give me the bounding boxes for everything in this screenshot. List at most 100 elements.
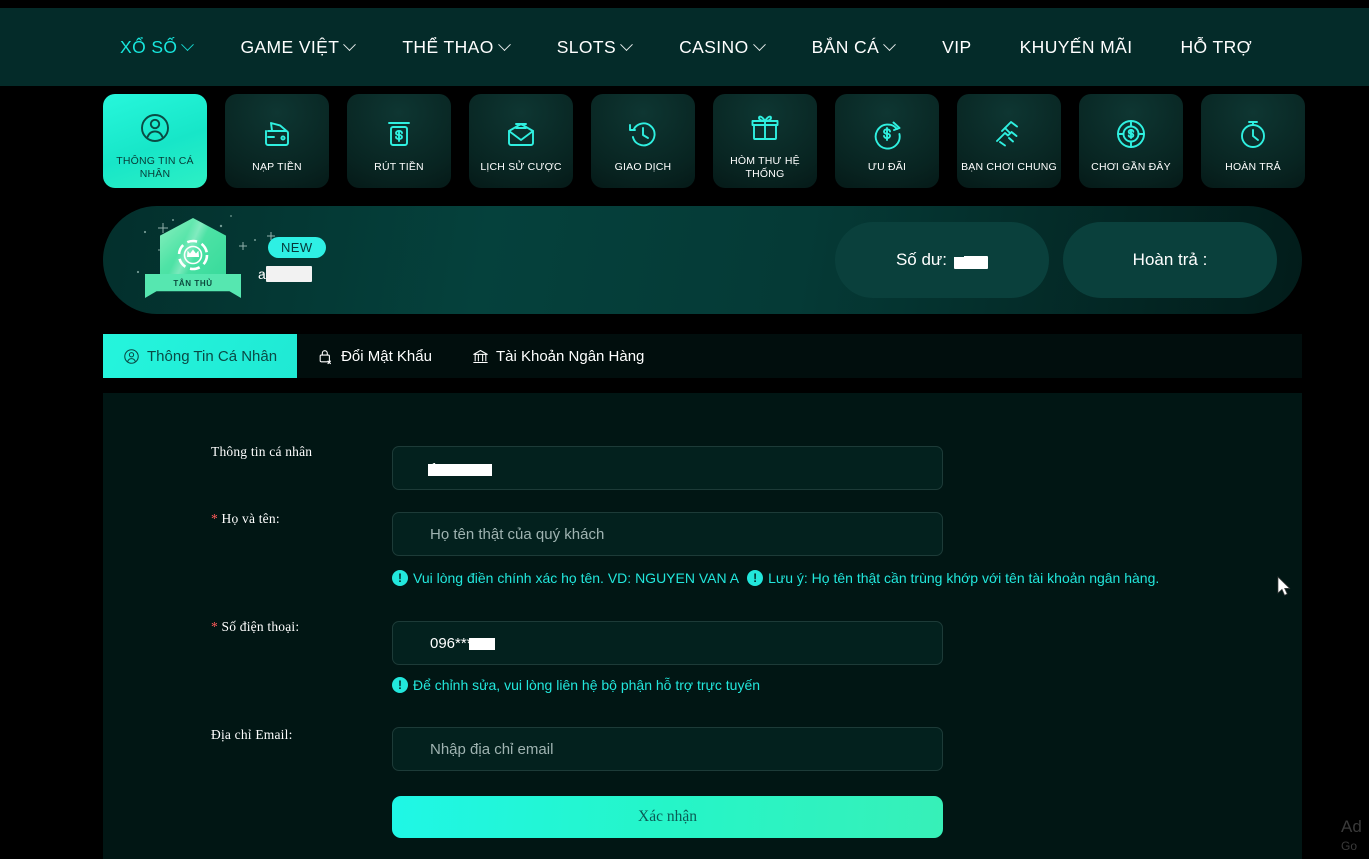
- nav-item-label: SLOTS: [556, 36, 617, 57]
- fullname-hint-2: Lưu ý: Họ tên thật cần trùng khớp với tê…: [768, 570, 1160, 586]
- account-label: Thông tin cá nhân: [211, 444, 313, 459]
- mouse-cursor: [1277, 576, 1291, 596]
- fullname-hint-1: Vui lòng điền chính xác họ tên. VD: NGUY…: [413, 570, 740, 586]
- nav-item-label: THỂ THAO: [402, 36, 494, 57]
- balance-redaction: [954, 251, 989, 269]
- rebate-pill[interactable]: Hoàn trả :: [1063, 222, 1277, 298]
- handshake-icon: [991, 112, 1027, 156]
- tab-label: Thông Tin Cá Nhân: [147, 347, 278, 365]
- phone-label: * Số điện thoại:: [211, 619, 300, 634]
- fullname-input[interactable]: Họ tên thật của quý khách: [392, 512, 943, 556]
- tab-label: Tài Khoản Ngân Hàng: [495, 347, 645, 365]
- chevron-down-icon: [343, 37, 357, 51]
- nav-item-1[interactable]: GAME VIỆT: [216, 37, 378, 58]
- ad-label-corner: Ad Go: [1337, 801, 1369, 859]
- tab-2[interactable]: Tài Khoản Ngân Hàng: [452, 334, 664, 378]
- nav-item-4[interactable]: CASINO: [655, 37, 788, 58]
- nav-item-6[interactable]: VIP: [918, 37, 995, 58]
- tab-label: Đổi Mật Khẩu: [341, 347, 432, 365]
- phone-input[interactable]: 096*****3: [392, 621, 943, 665]
- username-label: ankjrwsf: [258, 266, 312, 282]
- clock-history-icon: [625, 112, 661, 156]
- quick-action-tiles: THÔNG TIN CÁ NHÂN NẠP TIỀN RÚT TIỀN LỊCH SỬ…: [103, 94, 1305, 188]
- email-input[interactable]: Nhập địa chỉ email: [392, 727, 943, 771]
- tile-mail-document[interactable]: LỊCH SỬ CƯỢC: [469, 94, 573, 188]
- tile-label: THÔNG TIN CÁ NHÂN: [116, 155, 194, 180]
- tile-wallet-deposit[interactable]: NẠP TIỀN: [225, 94, 329, 188]
- mail-document-icon: [503, 112, 539, 156]
- tile-label: NẠP TIỀN: [252, 161, 302, 174]
- nav-items-container: XỔ SỐ GAME VIỆT THỂ THAO SLOTS CASINO BẮN CÁ V…: [0, 37, 1276, 58]
- tile-handshake[interactable]: BẠN CHƠI CHUNG: [957, 94, 1061, 188]
- nav-item-3[interactable]: SLOTS: [533, 37, 655, 58]
- nav-item-label: BẮN CÁ: [811, 36, 880, 57]
- nav-item-label: CASINO: [679, 36, 749, 57]
- stopwatch-icon: [1235, 112, 1271, 156]
- ad-line-1: Ad: [1341, 817, 1362, 836]
- tile-label: GIAO DỊCH: [614, 161, 672, 174]
- phone-value: 096*****3: [430, 634, 495, 652]
- user-circle-icon: [137, 106, 173, 150]
- chevron-down-icon: [620, 37, 633, 51]
- tile-atm-withdraw[interactable]: RÚT TIỀN: [347, 94, 451, 188]
- fullname-hint: ! Vui lòng điền chính xác họ tên. VD: NG…: [392, 570, 1159, 586]
- rank-badge: TÂN THỦ: [141, 214, 245, 306]
- tile-clock-history[interactable]: GIAO DỊCH: [591, 94, 695, 188]
- chevron-down-icon: [883, 37, 897, 51]
- nav-item-label: XỔ SỐ: [120, 36, 178, 57]
- lock-x-icon: [317, 348, 334, 365]
- tile-label: HÒM THƯ HỆ THỐNG: [730, 155, 800, 180]
- tile-label: HOÀN TRẢ: [1225, 161, 1281, 174]
- chevron-down-icon: [181, 37, 195, 51]
- balance-label: Số dư:: [895, 250, 948, 269]
- confirm-button[interactable]: Xác nhận: [392, 796, 943, 838]
- nav-item-label: VIP: [942, 36, 972, 57]
- tile-label: BẠN CHƠI CHUNG: [961, 161, 1057, 174]
- bank-icon: [472, 348, 489, 365]
- profile-banner: TÂN THỦ NEW ankjrwsf Số dư: Hoàn trả :: [103, 206, 1302, 314]
- tile-label: RÚT TIỀN: [374, 161, 424, 174]
- tile-label: LỊCH SỬ CƯỢC: [480, 161, 562, 174]
- tile-casino-chip[interactable]: CHƠI GẦN ĐÂY: [1079, 94, 1183, 188]
- fullname-placeholder: Họ tên thật của quý khách: [430, 525, 605, 543]
- phone-hint-text: Để chỉnh sửa, vui lòng liên hệ bộ phận h…: [413, 677, 761, 693]
- account-value: 1: [427, 459, 495, 477]
- username-redaction: nkjrwsf: [266, 266, 312, 282]
- nav-item-8[interactable]: HỖ TRỢ: [1156, 37, 1276, 58]
- wallet-deposit-icon: [259, 112, 295, 156]
- ad-line-2: Go: [1341, 839, 1358, 853]
- warning-icon-2: !: [747, 570, 764, 586]
- top-navigation-bar: XỔ SỐ GAME VIỆT THỂ THAO SLOTS CASINO BẮN CÁ V…: [0, 8, 1369, 86]
- email-placeholder: Nhập địa chỉ email: [430, 740, 554, 758]
- nav-item-0[interactable]: XỔ SỐ: [96, 37, 216, 58]
- user-circle-icon: [123, 348, 140, 365]
- casino-chip-icon: [1113, 112, 1149, 156]
- badge-ribbon: TÂN THỦ: [145, 274, 241, 298]
- rebate-label: Hoàn trả :: [1132, 250, 1208, 269]
- phone-hint: ! Để chỉnh sửa, vui lòng liên hệ bộ phận…: [392, 677, 760, 693]
- chevron-down-icon: [497, 37, 511, 51]
- gift-icon: [747, 106, 783, 150]
- tile-user-circle[interactable]: THÔNG TIN CÁ NHÂN: [103, 94, 207, 188]
- nav-item-7[interactable]: KHUYẾN MÃI: [996, 37, 1157, 58]
- profile-tab-bar: Thông Tin Cá Nhân Đổi Mật Khẩu Tài Khoản N…: [103, 334, 1302, 378]
- nav-item-5[interactable]: BẮN CÁ: [788, 37, 919, 58]
- required-asterisk: *: [211, 511, 218, 526]
- tab-1[interactable]: Đổi Mật Khẩu: [297, 334, 452, 378]
- chevron-down-icon: [752, 37, 766, 51]
- nav-item-label: KHUYẾN MÃI: [1019, 36, 1133, 57]
- warning-icon-3: !: [392, 677, 408, 693]
- tile-dollar-refresh[interactable]: ƯU ĐÃI: [835, 94, 939, 188]
- email-label: Địa chỉ Email:: [211, 727, 293, 742]
- nav-item-label: HỖ TRỢ: [1180, 36, 1253, 57]
- nav-item-2[interactable]: THỂ THAO: [378, 37, 532, 58]
- tile-stopwatch[interactable]: HOÀN TRẢ: [1201, 94, 1305, 188]
- tab-0[interactable]: Thông Tin Cá Nhân: [103, 334, 298, 378]
- account-input[interactable]: 1: [392, 446, 943, 490]
- balance-pill[interactable]: Số dư:: [835, 222, 1049, 298]
- required-asterisk-phone: *: [211, 619, 218, 634]
- badge-ribbon-label: TÂN THỦ: [173, 279, 213, 288]
- tile-label: CHƠI GẦN ĐÂY: [1091, 161, 1171, 174]
- tile-gift[interactable]: HÒM THƯ HỆ THỐNG: [713, 94, 817, 188]
- crown-chip-icon: [174, 236, 212, 274]
